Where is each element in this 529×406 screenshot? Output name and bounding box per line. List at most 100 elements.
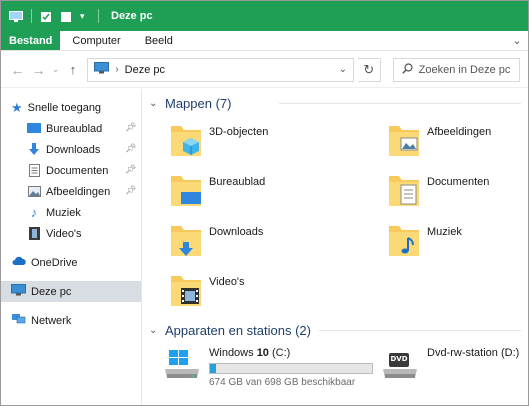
title-bar: ▾ Deze pc [1, 1, 528, 31]
folders-section-header[interactable]: ⌄ Mappen (7) [149, 92, 528, 114]
search-placeholder: Zoeken in Deze pc [418, 63, 511, 76]
chevron-down-icon[interactable]: ⌄ [506, 31, 528, 50]
documents-folder-icon [387, 170, 421, 210]
computer-icon [9, 10, 23, 22]
breadcrumb-separator-icon[interactable]: › [115, 64, 118, 75]
folder-3d-objecten[interactable]: 3D-objecten [169, 120, 268, 168]
forward-arrow-icon[interactable]: → [30, 61, 47, 79]
folder-bureaublad[interactable]: Bureaublad [169, 170, 265, 218]
sidebar-item-label: Documenten [46, 164, 109, 177]
navigation-pane: ★ Snelle toegang Bureaublad 📌︎ Downloads… [1, 89, 142, 405]
drive-c-usage-bar [209, 363, 373, 374]
sidebar-item-documenten[interactable]: Documenten 📌︎ [1, 160, 141, 181]
drive-c-name-suffix: (C:) [268, 347, 291, 359]
search-box[interactable]: Zoeken in Deze pc [392, 57, 520, 82]
sidebar-item-deze-pc[interactable]: Deze pc [1, 281, 141, 302]
star-icon: ★ [11, 99, 23, 115]
chevron-down-icon[interactable]: ⌄ [149, 325, 161, 336]
music-icon: ♪ [30, 205, 38, 220]
pin-icon[interactable]: 📌︎ [125, 122, 136, 134]
folder-label: Afbeeldingen [427, 126, 492, 138]
section-divider [279, 103, 521, 104]
drives-list: Windows 10 (C:) 674 GB van 698 GB beschi… [149, 341, 528, 405]
drive-c-usage-fill [210, 364, 216, 373]
download-icon [27, 143, 41, 157]
folders-header-label: Mappen (7) [165, 95, 232, 111]
sidebar-item-muziek[interactable]: ♪ Muziek [1, 202, 141, 223]
computer-icon [11, 284, 26, 299]
ribbon-tabs: Bestand Computer Beeld ⌄ [1, 31, 528, 51]
pictures-folder-icon [387, 120, 421, 160]
breadcrumb-deze-pc[interactable]: Deze pc [125, 64, 165, 76]
sidebar-item-videos[interactable]: Video's [1, 223, 141, 244]
drive-c-free-space: 674 GB van 698 GB beschikbaar [209, 377, 356, 388]
folder-label: Video's [209, 276, 245, 288]
sidebar-item-afbeeldingen[interactable]: Afbeeldingen 📌︎ [1, 181, 141, 202]
3d-objects-folder-icon [169, 120, 203, 160]
window-title: Deze pc [111, 10, 153, 22]
sidebar-item-label: Muziek [46, 206, 81, 219]
sidebar-item-downloads[interactable]: Downloads 📌︎ [1, 139, 141, 160]
drive-c-name-prefix: Windows [209, 347, 257, 359]
pin-icon[interactable]: 📌︎ [125, 164, 136, 176]
tab-computer[interactable]: Computer [60, 31, 132, 50]
sidebar-item-snelle-toegang[interactable]: ★ Snelle toegang [1, 97, 141, 118]
sidebar-item-onedrive[interactable]: OneDrive [1, 252, 141, 273]
downloads-folder-icon [169, 220, 203, 260]
tab-beeld[interactable]: Beeld [133, 31, 185, 50]
folder-documenten[interactable]: Documenten [387, 170, 489, 218]
folder-downloads[interactable]: Downloads [169, 220, 263, 268]
address-bar[interactable]: › Deze pc ⌄ [87, 57, 354, 82]
drives-header-label: Apparaten en stations (2) [165, 322, 311, 338]
drive-c-name: Windows 10 (C:) [209, 347, 373, 359]
up-arrow-icon[interactable]: ↑ [64, 61, 81, 79]
folder-afbeeldingen[interactable]: Afbeeldingen [387, 120, 491, 168]
chevron-down-icon[interactable]: ⌄ [149, 98, 161, 109]
sidebar-item-bureaublad[interactable]: Bureaublad 📌︎ [1, 118, 141, 139]
picture-icon [27, 185, 41, 199]
title-separator [31, 9, 32, 23]
video-icon [27, 227, 41, 241]
desktop-icon [27, 122, 41, 136]
explorer-window: ▾ Deze pc Bestand Computer Beeld ⌄ ← → ⌄… [0, 0, 529, 406]
search-icon [401, 62, 413, 77]
folders-grid: 3D-objecten Afbeeldingen Bureaublad Docu… [149, 114, 528, 319]
folder-label: Muziek [427, 226, 462, 238]
drives-section-header[interactable]: ⌄ Apparaten en stations (2) [149, 319, 528, 341]
music-folder-icon [387, 220, 421, 260]
sidebar-item-label: Video's [46, 227, 82, 240]
drive-c-details: Windows 10 (C:) 674 GB van 698 GB beschi… [209, 347, 373, 388]
desktop-folder-icon [169, 170, 203, 210]
drive-c[interactable]: Windows 10 (C:) 674 GB van 698 GB beschi… [163, 347, 373, 388]
folder-muziek[interactable]: Muziek [387, 220, 462, 268]
folder-videos[interactable]: Video's [169, 270, 245, 318]
content-pane: ⌄ Mappen (7) 3D-objecten Afbeeldingen Bu… [143, 89, 528, 405]
document-icon [27, 164, 41, 178]
refresh-icon[interactable]: ↻ [357, 57, 381, 82]
recent-locations-icon[interactable]: ⌄ [51, 61, 60, 79]
cloud-icon [11, 256, 26, 269]
sidebar-item-netwerk[interactable]: Netwerk [1, 310, 141, 331]
drive-d-name: Dvd-rw-station (D:) [427, 347, 520, 359]
tab-bestand[interactable]: Bestand [1, 31, 61, 50]
sidebar-item-label: Bureaublad [46, 122, 103, 135]
folder-label: Bureaublad [209, 176, 266, 188]
customize-quick-access-icon[interactable]: ▾ [80, 11, 90, 22]
pin-icon[interactable]: 📌︎ [125, 185, 136, 197]
sidebar-item-label: Netwerk [31, 314, 72, 327]
dvd-drive-icon: DVD [381, 347, 419, 383]
new-folder-icon[interactable] [60, 11, 74, 22]
navigation-bar: ← → ⌄ ↑ › Deze pc ⌄ ↻ Zoeken in Deze pc [1, 52, 528, 88]
back-arrow-icon[interactable]: ← [9, 61, 26, 79]
section-divider [319, 330, 521, 331]
sidebar-item-label: Snelle toegang [27, 101, 102, 114]
address-dropdown-icon[interactable]: ⌄ [339, 64, 347, 75]
folder-label: Documenten [427, 176, 490, 188]
drive-c-name-bold: 10 [256, 347, 269, 359]
pin-icon[interactable]: 📌︎ [125, 143, 136, 155]
network-icon [11, 313, 26, 328]
properties-icon[interactable] [40, 11, 54, 22]
drive-d[interactable]: DVD Dvd-rw-station (D:) [381, 347, 519, 383]
